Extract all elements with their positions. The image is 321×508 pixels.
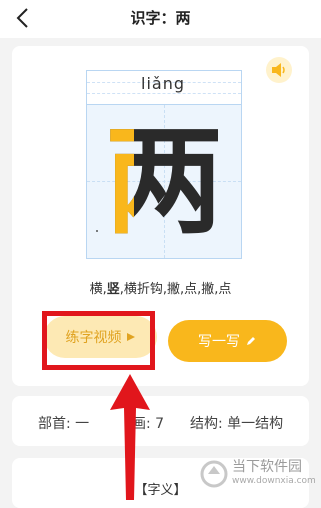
pencil-icon <box>247 337 255 345</box>
small-dot <box>96 230 98 232</box>
speaker-button[interactable] <box>266 57 292 83</box>
radical-info: 部首: 一 <box>38 416 90 432</box>
highlight-box <box>42 311 155 370</box>
write-label: 写一写 <box>198 334 240 350</box>
pinyin-text: liǎng <box>141 74 185 93</box>
stroke-current: 竖 <box>106 282 120 297</box>
stroke-prefix: 横, <box>89 282 107 297</box>
character-info: 部首: 一 画: 7 结构: 单一结构 <box>12 396 309 446</box>
write-button[interactable]: 写一写 <box>168 320 287 362</box>
app-header: 识字：两 <box>0 0 321 38</box>
character-glyph: 两 两 <box>105 112 223 250</box>
structure-info: 结构: 单一结构 <box>190 416 284 432</box>
speaker-icon <box>272 63 285 77</box>
watermark-name: 当下软件园 <box>232 459 302 475</box>
stroke-order: 横,竖,横折钩,撇,点,撇,点 <box>12 278 309 297</box>
watermark-url: www.downxia.com <box>232 476 316 486</box>
red-arrow-annotation <box>110 374 150 500</box>
page-title: 识字：两 <box>130 9 191 27</box>
stroke-rest: ,横折钩,撇,点,撇,点 <box>119 282 232 297</box>
